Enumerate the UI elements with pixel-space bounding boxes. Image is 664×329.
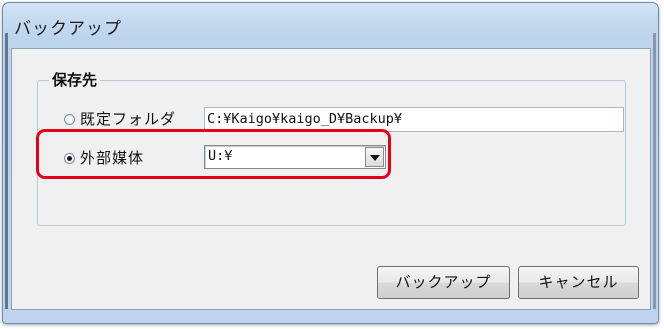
cancel-button[interactable]: キャンセル [518,266,639,299]
window-right-edge [653,33,656,309]
destination-group-label: 保存先 [49,69,101,90]
dialog-client-area: 保存先 既定フォルダ C:¥Kaigo¥kaigo_D¥Backup¥ 外部媒体… [11,48,651,310]
default-folder-label[interactable]: 既定フォルダ [80,108,176,129]
window-left-edge [5,33,8,309]
highlight-annotation [36,129,391,179]
default-folder-radio[interactable] [64,114,75,125]
backup-button[interactable]: バックアップ [377,266,510,299]
window-title: バックアップ [14,19,122,39]
